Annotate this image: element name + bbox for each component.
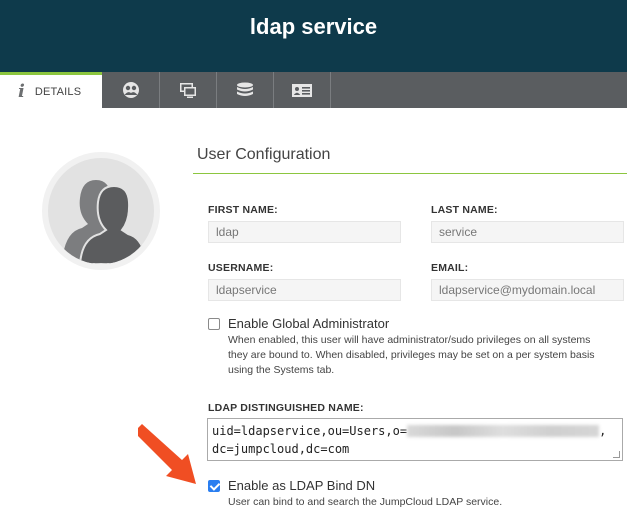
email-label: EMAIL:	[431, 262, 469, 274]
redacted-org	[407, 425, 600, 437]
username-label: USERNAME:	[208, 262, 274, 274]
ldap-dn-prefix: uid=ldapservice,ou=Users,o=	[212, 424, 408, 438]
info-icon: i	[18, 81, 25, 102]
ldap-dn-line-2: dc=jumpcloud,dc=com	[212, 442, 350, 456]
id-card-icon	[292, 84, 312, 97]
username-field[interactable]: ldapservice	[208, 279, 401, 301]
ldap-dn-suffix: ,	[599, 424, 607, 438]
tab-directories[interactable]	[217, 72, 274, 108]
section-divider	[193, 173, 627, 174]
ldap-dn-line-1: uid=ldapservice,ou=Users,o=,	[212, 422, 618, 440]
ldap-bind-label: Enable as LDAP Bind DN	[228, 478, 376, 493]
first-name-label: FIRST NAME:	[208, 204, 278, 216]
first-name-field[interactable]: ldap	[208, 221, 401, 243]
ldap-dn-textarea[interactable]: uid=ldapservice,ou=Users,o=, dc=jumpclou…	[207, 418, 623, 461]
global-admin-help-line: When enabled, this user will have admini…	[228, 334, 591, 346]
email-field[interactable]: ldapservice@mydomain.local	[431, 279, 624, 301]
users-silhouette-icon	[62, 180, 148, 264]
resize-handle-icon[interactable]	[613, 451, 620, 458]
tab-systems[interactable]	[160, 72, 217, 108]
global-admin-help-line: using the Systems tab.	[228, 364, 335, 376]
global-admin-label: Enable Global Administrator	[228, 316, 390, 331]
avatar	[42, 152, 160, 270]
ldap-bind-help: User can bind to and search the JumpClou…	[228, 496, 503, 508]
tab-bar: i DETAILS	[0, 72, 627, 108]
global-admin-help-line: they are bound to. When disabled, privil…	[228, 349, 595, 361]
tab-details-label: DETAILS	[34, 85, 82, 98]
systems-icon	[180, 83, 196, 98]
avatar-image	[48, 158, 154, 264]
tab-details[interactable]: i DETAILS	[0, 72, 102, 108]
global-admin-checkbox[interactable]	[208, 318, 220, 330]
tab-id-card[interactable]	[274, 72, 331, 108]
global-admin-help: When enabled, this user will have admini…	[228, 333, 595, 378]
tab-groups[interactable]	[102, 72, 160, 108]
groups-icon	[122, 82, 139, 98]
page-title: ldap service	[249, 14, 378, 39]
ldap-bind-checkbox[interactable]	[208, 480, 220, 492]
ldap-dn-label: LDAP DISTINGUISHED NAME:	[208, 402, 364, 414]
page-header: ldap service	[0, 0, 627, 72]
last-name-label: LAST NAME:	[431, 204, 498, 216]
annotation-arrow-icon	[138, 424, 196, 484]
last-name-field[interactable]: service	[431, 221, 624, 243]
directories-icon	[237, 82, 253, 96]
section-title: User Configuration	[197, 146, 331, 163]
